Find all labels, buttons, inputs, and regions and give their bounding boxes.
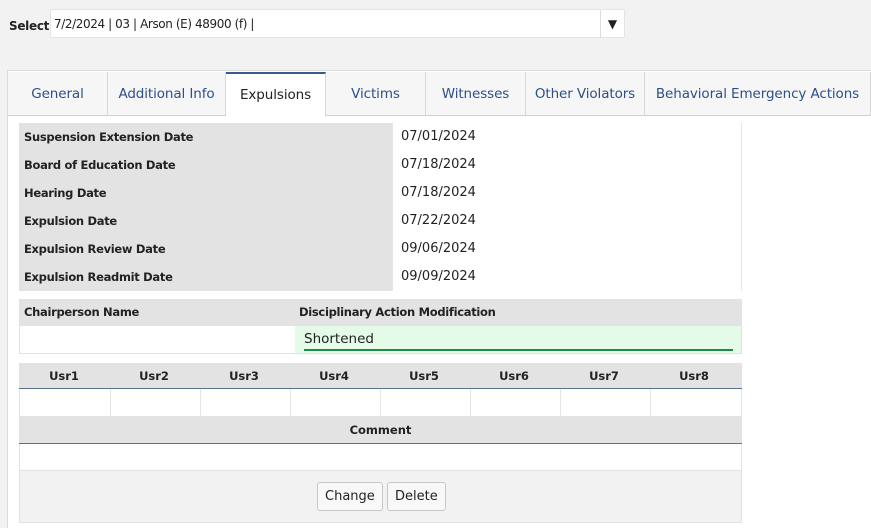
usr4-label: Usr4	[319, 369, 349, 383]
suspension-extension-date-field[interactable]: 07/01/2024	[392, 123, 742, 151]
expulsion-review-date-label: Expulsion Review Date	[19, 235, 392, 263]
field-underline	[304, 349, 733, 351]
usr4-field[interactable]	[290, 389, 380, 416]
usr6-label: Usr6	[499, 369, 529, 383]
user-fields-header: Usr1 Usr2 Usr3 Usr4 Usr5 Usr6 Usr7 Usr8	[19, 363, 742, 389]
expulsion-date-label: Expulsion Date	[19, 207, 392, 235]
expulsion-review-date-field[interactable]: 09/06/2024	[392, 235, 742, 263]
usr2-label: Usr2	[139, 369, 169, 383]
delete-button[interactable]: Delete	[387, 482, 446, 511]
tab-behavioral-emergency-actions[interactable]: Behavioral Emergency Actions	[645, 72, 871, 115]
tab-additional-info[interactable]: Additional Info	[108, 72, 226, 115]
user-fields-row	[19, 389, 742, 417]
hearing-date-label: Hearing Date	[19, 179, 392, 207]
selector-label: Select:	[9, 19, 54, 33]
incident-select-value: 7/2/2024 | 03 | Arson (E) 48900 (f) |	[54, 17, 255, 31]
tab-witnesses[interactable]: Witnesses	[426, 72, 526, 115]
chairperson-header: Chairperson Name Disciplinary Action Mod…	[19, 299, 742, 325]
expulsions-panel: General Additional Info Expulsions Victi…	[7, 70, 871, 528]
comment-field[interactable]	[19, 444, 742, 471]
usr8-field[interactable]	[650, 389, 741, 416]
tab-general[interactable]: General	[8, 72, 108, 115]
date-row: Board of Education Date 07/18/2024	[19, 151, 742, 179]
comment-label: Comment	[19, 417, 742, 444]
chairperson-name-field[interactable]	[20, 326, 295, 353]
usr6-field[interactable]	[470, 389, 560, 416]
expulsion-readmit-date-field[interactable]: 09/09/2024	[392, 263, 742, 291]
disciplinary-action-modification-value: Shortened	[304, 331, 374, 347]
selector-bar: Select: 7/2/2024 | 03 | Arson (E) 48900 …	[0, 0, 871, 70]
expulsion-readmit-date-label: Expulsion Readmit Date	[19, 263, 392, 291]
board-of-education-date-label: Board of Education Date	[19, 151, 392, 179]
usr5-field[interactable]	[380, 389, 470, 416]
chairperson-row: Shortened	[19, 325, 742, 354]
usr2-field[interactable]	[110, 389, 200, 416]
usr3-label: Usr3	[229, 369, 259, 383]
usr7-field[interactable]	[560, 389, 650, 416]
hearing-date-field[interactable]: 07/18/2024	[392, 179, 742, 207]
usr8-label: Usr8	[679, 369, 709, 383]
tab-expulsions[interactable]: Expulsions	[226, 72, 326, 116]
usr7-label: Usr7	[589, 369, 619, 383]
suspension-extension-date-label: Suspension Extension Date	[19, 123, 392, 151]
tab-victims[interactable]: Victims	[326, 72, 426, 115]
tab-bar: General Additional Info Expulsions Victi…	[8, 72, 871, 116]
date-row: Hearing Date 07/18/2024	[19, 179, 742, 207]
date-row: Suspension Extension Date 07/01/2024	[19, 123, 742, 151]
tab-other-violators[interactable]: Other Violators	[526, 72, 645, 115]
usr5-label: Usr5	[409, 369, 439, 383]
chairperson-name-label: Chairperson Name	[24, 305, 140, 319]
incident-select[interactable]: 7/2/2024 | 03 | Arson (E) 48900 (f) | ▼	[50, 9, 625, 38]
board-of-education-date-field[interactable]: 07/18/2024	[392, 151, 742, 179]
date-row: Expulsion Readmit Date 09/09/2024	[19, 263, 742, 291]
change-button[interactable]: Change	[317, 482, 383, 511]
usr1-label: Usr1	[49, 369, 79, 383]
usr1-field[interactable]	[20, 389, 110, 416]
disciplinary-action-modification-field[interactable]: Shortened	[295, 326, 741, 353]
action-bar: Change Delete	[19, 471, 742, 523]
expulsion-date-field[interactable]: 07/22/2024	[392, 207, 742, 235]
date-row: Expulsion Review Date 09/06/2024	[19, 235, 742, 263]
dropdown-arrow-icon[interactable]: ▼	[600, 10, 624, 37]
usr3-field[interactable]	[200, 389, 290, 416]
date-row: Expulsion Date 07/22/2024	[19, 207, 742, 235]
disciplinary-action-modification-label: Disciplinary Action Modification	[299, 305, 496, 319]
